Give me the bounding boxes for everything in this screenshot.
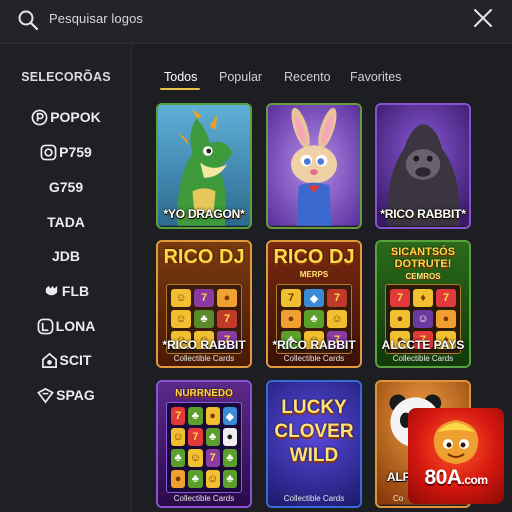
game-logo-title: NURRNEDO — [175, 388, 233, 399]
brand-logo-badge: 80A.com — [408, 408, 504, 504]
game-title: *YO DRAGON* — [163, 207, 245, 221]
mascot-icon — [433, 420, 479, 464]
game-card-rico-rabbit-gorilla[interactable]: *RICO RABBIT* — [375, 103, 471, 229]
game-card-rabbit[interactable] — [266, 103, 362, 229]
search-icon[interactable] — [16, 8, 40, 32]
game-logo-subtitle: MERPS — [299, 270, 329, 279]
card-caption: Collectible Cards — [283, 494, 345, 503]
provider-sidebar: SELECORÕAS POPOK P759 G759 TADA JDB FLB … — [0, 44, 132, 512]
card-caption: Collectible Cards — [173, 354, 235, 363]
provider-label: SCIT — [59, 352, 92, 368]
provider-label: TADA — [47, 214, 85, 230]
provider-label: P759 — [59, 144, 92, 160]
game-card-alccte-pays[interactable]: SICANTSÓS DOTRUTE! CEMROS 7 ♦ 7 ● ☺ ● ● 7 ♦ AL… — [375, 240, 471, 368]
scit-logo-icon — [41, 352, 57, 368]
provider-label: SPAG — [56, 387, 95, 403]
brand-logo-text: 80A.com — [424, 466, 488, 489]
game-logo-title: LUCKY CLOVER WILD — [274, 397, 354, 466]
provider-item-lona[interactable]: LONA — [0, 315, 132, 337]
provider-item-flb[interactable]: FLB — [0, 280, 132, 302]
rabbit-artwork — [268, 105, 360, 226]
game-card-rico-dj[interactable]: RICO DJ ☺ 7 ● ☺ ♣ 7 ☺ ☺ 7 *RICO RABBIT Collect… — [156, 240, 252, 368]
flb-logo-icon — [45, 285, 58, 295]
game-logo-title: SICANTSÓS DOTRUTE! — [390, 246, 456, 270]
game-card-yo-dragon[interactable]: *YO DRAGON* — [156, 103, 252, 229]
provider-label: FLB — [61, 283, 90, 299]
provider-item-g759[interactable]: G759 — [0, 176, 132, 198]
game-logo-title: RICO DJ — [273, 246, 355, 268]
sidebar-title: SELECORÕAS — [21, 70, 111, 84]
tab-popular[interactable]: Popular — [219, 70, 262, 84]
search-input[interactable]: Pesquisar logos — [49, 11, 143, 26]
game-logo-subtitle: CEMROS — [405, 272, 441, 281]
card-caption: Collectible Cards — [283, 354, 345, 363]
search-bar: Pesquisar logos — [0, 0, 512, 44]
game-title: *RICO RABBIT — [162, 338, 246, 352]
provider-item-scit[interactable]: SCIT — [0, 349, 132, 371]
game-card-rico-dj-merps[interactable]: RICO DJ MERPS 7 ◆ 7 ● ♣ ☺ ♣ ☺ 7 *RICO RABBIT C… — [266, 240, 362, 368]
provider-label: LONA — [55, 318, 96, 334]
provider-item-jdb[interactable]: JDB — [0, 245, 132, 267]
provider-item-popok[interactable]: POPOK — [0, 106, 132, 128]
tab-todos[interactable]: Todos — [164, 70, 197, 84]
game-card-nurrnedo[interactable]: NURRNEDO 7 ♣ ● ◆ ☺ 7 ♣ ● ♣ ☺ 7 ♣ ● ♣ ☺ ♣ Collectible… — [156, 380, 252, 508]
spag-logo-icon — [37, 387, 55, 404]
card-caption: Collectible Cards — [173, 494, 235, 503]
provider-label: G759 — [48, 179, 84, 195]
lona-logo-icon — [37, 318, 54, 334]
provider-label: JDB — [51, 248, 80, 264]
provider-item-p759[interactable]: P759 — [0, 141, 132, 163]
provider-item-tada[interactable]: TADA — [0, 211, 132, 233]
close-icon[interactable] — [472, 7, 494, 29]
tab-favorites[interactable]: Favorites — [350, 70, 401, 84]
provider-label: POPOK — [50, 109, 101, 125]
game-logo-title: RICO DJ — [163, 246, 245, 268]
tab-recento[interactable]: Recento — [284, 70, 331, 84]
slot-reels: 7 ♣ ● ◆ ☺ 7 ♣ ● ♣ ☺ 7 ♣ ● ♣ ☺ ♣ — [166, 402, 242, 493]
card-caption: Collectible Cards — [392, 354, 454, 363]
popok-logo-icon — [31, 109, 48, 125]
game-title: *RICO RABBIT — [272, 338, 356, 352]
game-title: ALCCTE PAYS — [381, 338, 465, 352]
game-title: *RICO RABBIT* — [380, 207, 466, 221]
game-card-lucky-clover-wild[interactable]: LUCKY CLOVER WILD Collectible Cards — [266, 380, 362, 508]
active-tab-indicator — [160, 88, 200, 90]
provider-item-spag[interactable]: SPAG — [0, 384, 132, 406]
p759-logo-icon — [40, 144, 57, 160]
